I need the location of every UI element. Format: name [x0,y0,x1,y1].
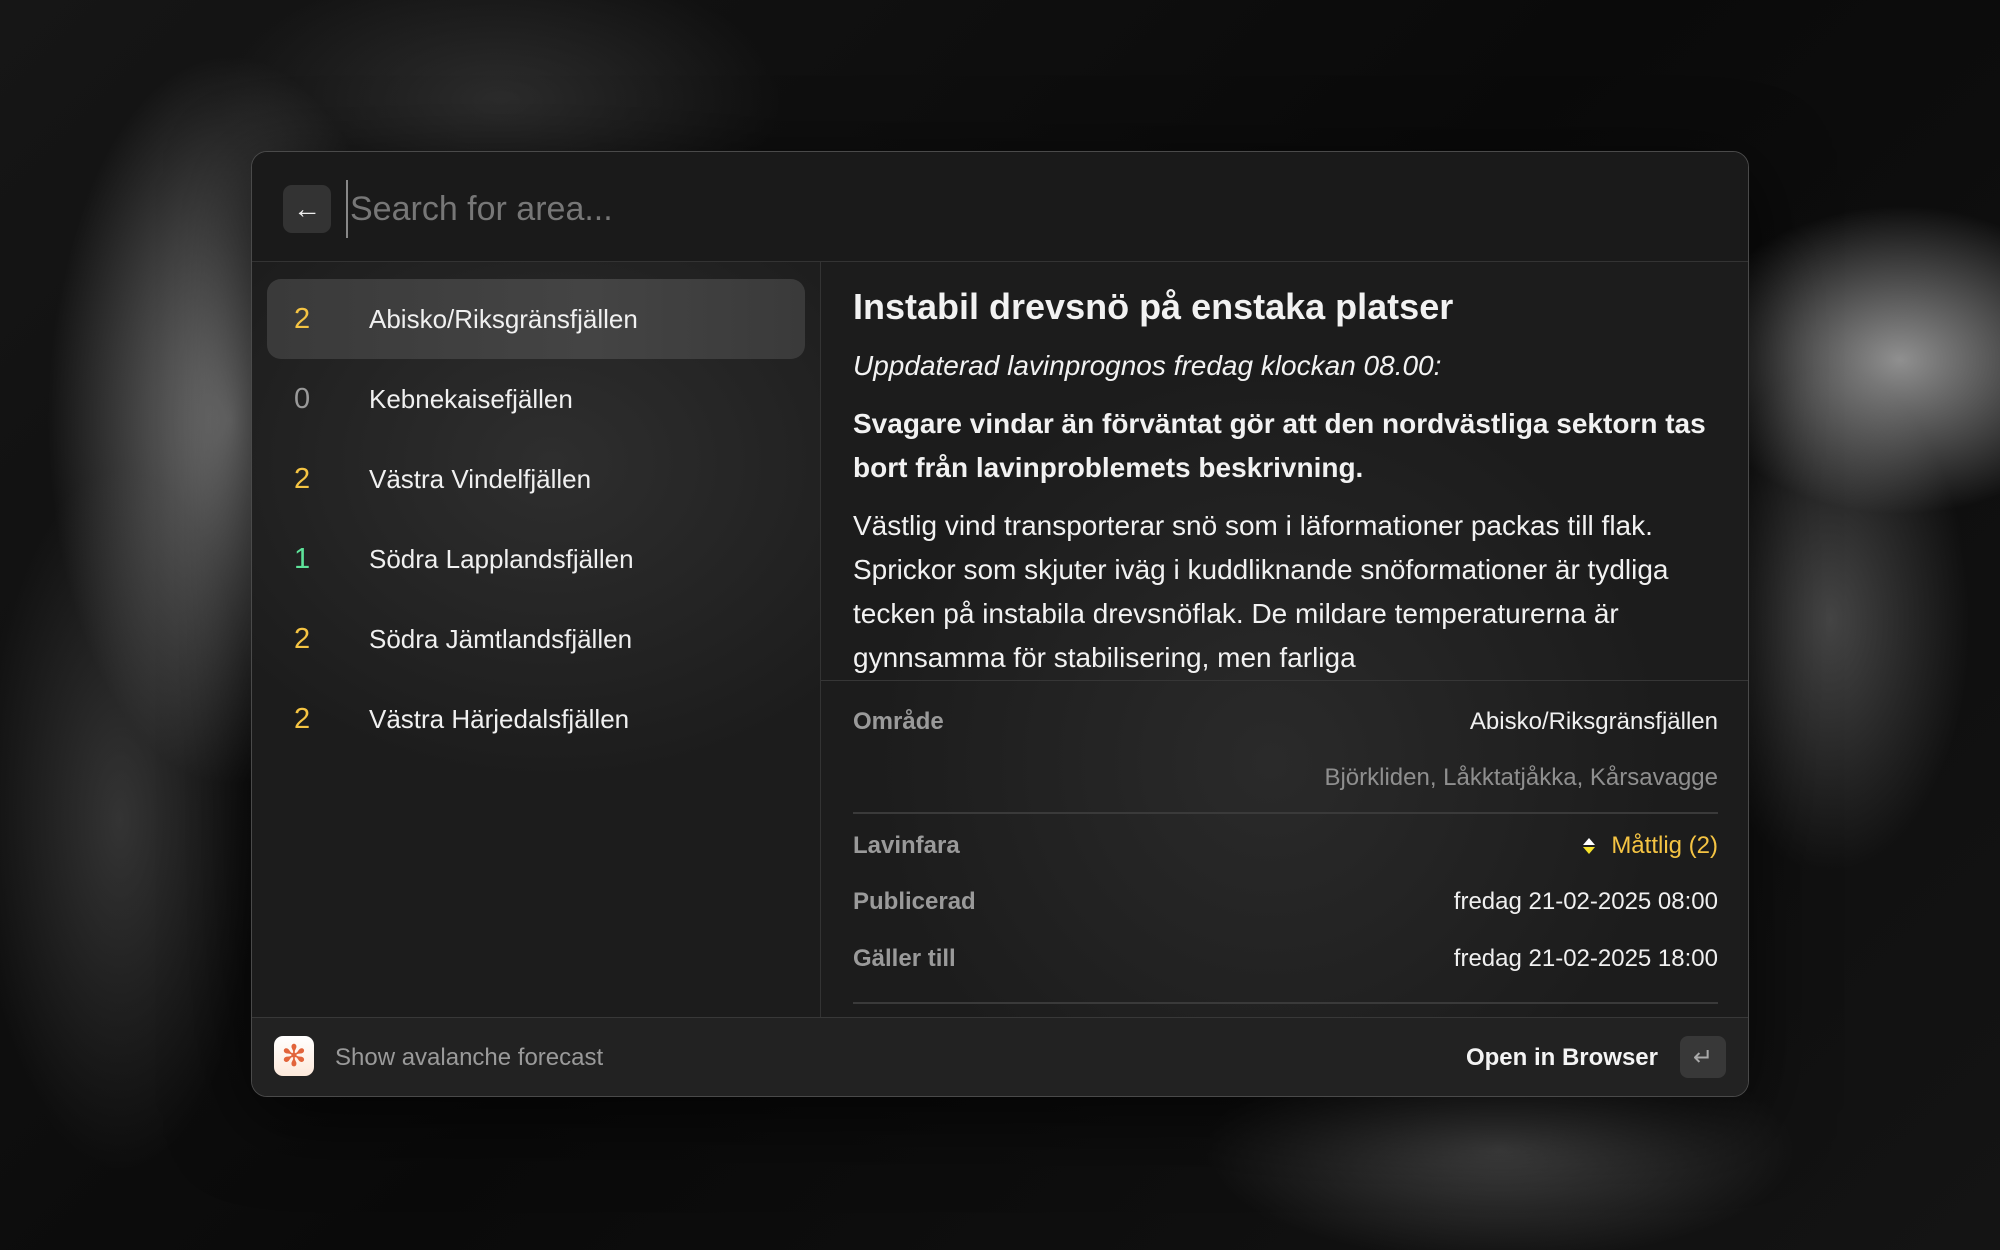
meta-label: Område [853,708,944,735]
forecast-description[interactable]: Instabil drevsnö på enstaka platser Uppd… [821,262,1748,681]
search-input[interactable] [346,180,1346,238]
action-bar: ✻ Show avalanche forecast Open in Browse… [252,1017,1748,1096]
area-name: Kebnekaisefjällen [369,383,573,414]
meta-value: fredag 21-02-2025 08:00 [1453,888,1718,915]
back-button[interactable]: ← [283,185,331,233]
forecast-update-note: Svagare vindar än förväntat gör att den … [853,408,1706,483]
area-list-item[interactable]: 1 Södra Lapplandsfjällen [267,519,805,599]
metadata-panel: Område Abisko/Riksgränsfjällen Björklide… [853,681,1718,1019]
area-list-item[interactable]: 0 Kebnekaisefjällen [267,359,805,439]
forecast-detail: Instabil drevsnö på enstaka platser Uppd… [821,262,1748,1019]
area-name: Västra Härjedalsfjällen [369,703,630,734]
area-list-item[interactable]: 2 Abisko/Riksgränsfjällen [267,279,805,359]
meta-value: fredag 21-02-2025 18:00 [1453,945,1718,972]
search-header: ← [252,152,1748,262]
danger-level-badge: 2 [294,702,311,735]
danger-level-badge: 2 [294,462,311,495]
meta-label: Gäller till [853,945,956,972]
meta-danger: Lavinfara Måttlig (2) [853,826,1718,866]
command-title: Show avalanche forecast [335,1044,604,1071]
danger-level-badge: 0 [294,382,311,415]
meta-area-sub: Björkliden, Låkktatjåkka, Kårsavagge [853,758,1718,798]
area-list-item[interactable]: 2 Västra Härjedalsfjällen [267,679,805,759]
divider [853,812,1718,814]
arrow-left-icon: ← [293,193,321,224]
danger-level-badge: 2 [294,302,311,335]
area-name: Södra Jämtlandsfjällen [369,623,633,654]
area-list-item[interactable]: 2 Västra Vindelfjällen [267,439,805,519]
danger-level-badge: 1 [294,542,311,575]
divider [853,1002,1718,1004]
forecast-subtitle: Uppdaterad lavinprognos fredag klockan 0… [853,350,1442,381]
danger-level-badge: 2 [294,622,311,655]
snowflake-icon: ✻ [274,1036,314,1076]
meta-value: Abisko/Riksgränsfjällen [1469,708,1718,735]
meta-label: Publicerad [853,888,976,915]
open-in-browser-button[interactable]: Open in Browser [1466,1018,1658,1096]
area-name: Abisko/Riksgränsfjällen [369,303,638,334]
meta-area: Område Abisko/Riksgränsfjällen [853,702,1718,742]
area-list-item[interactable]: 2 Södra Jämtlandsfjällen [267,599,805,679]
launcher-window: ← 2 Abisko/Riksgränsfjällen 0 Kebnekaisefjä… [251,151,1749,1097]
forecast-body: Västlig vind transporterar snö som i läf… [853,510,1669,673]
meta-value: Måttlig (2) [1611,832,1718,859]
area-name: Södra Lapplandsfjällen [369,543,634,574]
danger-level-icon [1583,838,1596,854]
return-key-icon[interactable]: ↵ [1680,1036,1726,1078]
meta-valid: Gäller till fredag 21-02-2025 18:00 [853,939,1718,979]
meta-published: Publicerad fredag 21-02-2025 08:00 [853,882,1718,922]
area-list: 2 Abisko/Riksgränsfjällen 0 Kebnekaisefjäll… [252,262,821,1019]
area-name: Västra Vindelfjällen [369,463,592,494]
forecast-title: Instabil drevsnö på enstaka platser [853,286,1454,327]
meta-label: Lavinfara [853,832,960,859]
meta-subvalue: Björkliden, Låkktatjåkka, Kårsavagge [1324,764,1718,791]
